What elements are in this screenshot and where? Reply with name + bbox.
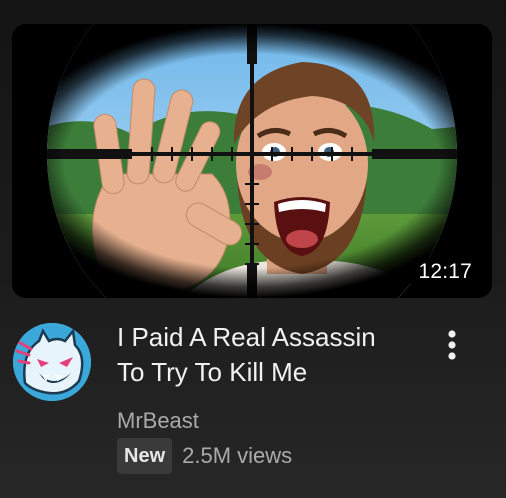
channel-name[interactable]: MrBeast <box>117 407 199 435</box>
channel-avatar[interactable] <box>13 323 91 401</box>
video-title[interactable]: I Paid A Real Assassin To Try To Kill Me <box>117 320 417 390</box>
mrbeast-panther-logo-icon <box>13 323 91 401</box>
video-thumbnail[interactable]: 12:17 <box>12 24 492 298</box>
thumbnail-image <box>12 24 492 298</box>
video-duration: 12:17 <box>410 258 480 286</box>
video-card[interactable]: 12:17 I Paid A Real Assassin To Try To K… <box>0 0 506 498</box>
new-badge: New <box>117 438 173 474</box>
view-count: 2.5M views <box>182 443 293 468</box>
video-metadata: New 2.5M views <box>117 438 292 474</box>
more-vertical-icon <box>448 330 456 360</box>
more-options-button[interactable] <box>432 322 472 370</box>
